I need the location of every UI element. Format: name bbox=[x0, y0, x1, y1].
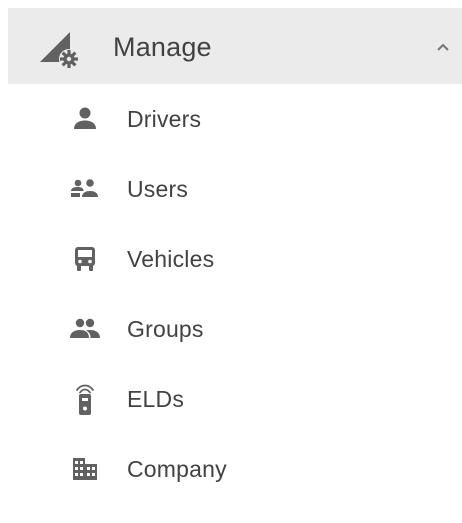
manage-section-header[interactable]: Manage bbox=[8, 8, 462, 84]
building-icon bbox=[68, 454, 102, 484]
group-icon bbox=[68, 314, 102, 344]
manage-section-title: Manage bbox=[113, 32, 212, 62]
person-icon bbox=[68, 104, 102, 134]
users-icon bbox=[68, 174, 102, 204]
menu-item-drivers[interactable]: Drivers bbox=[8, 84, 462, 154]
menu-item-label: ELDs bbox=[127, 386, 185, 412]
menu-item-label: Users bbox=[127, 176, 189, 202]
menu-item-vehicles[interactable]: Vehicles bbox=[8, 224, 462, 294]
manage-gear-icon bbox=[36, 26, 80, 70]
manage-menu-panel: Manage Drivers Users Vehicles Groups ELD… bbox=[0, 0, 462, 523]
menu-item-label: Vehicles bbox=[127, 246, 215, 272]
eld-device-icon bbox=[68, 384, 102, 415]
menu-item-label: Drivers bbox=[127, 106, 202, 132]
menu-item-elds[interactable]: ELDs bbox=[8, 364, 462, 434]
bus-icon bbox=[68, 244, 102, 274]
menu-item-company[interactable]: Company bbox=[8, 434, 462, 504]
chevron-up-icon[interactable] bbox=[432, 36, 454, 58]
menu-item-label: Company bbox=[127, 456, 227, 482]
menu-item-label: Groups bbox=[127, 316, 204, 342]
menu-item-groups[interactable]: Groups bbox=[8, 294, 462, 364]
menu-item-users[interactable]: Users bbox=[8, 154, 462, 224]
